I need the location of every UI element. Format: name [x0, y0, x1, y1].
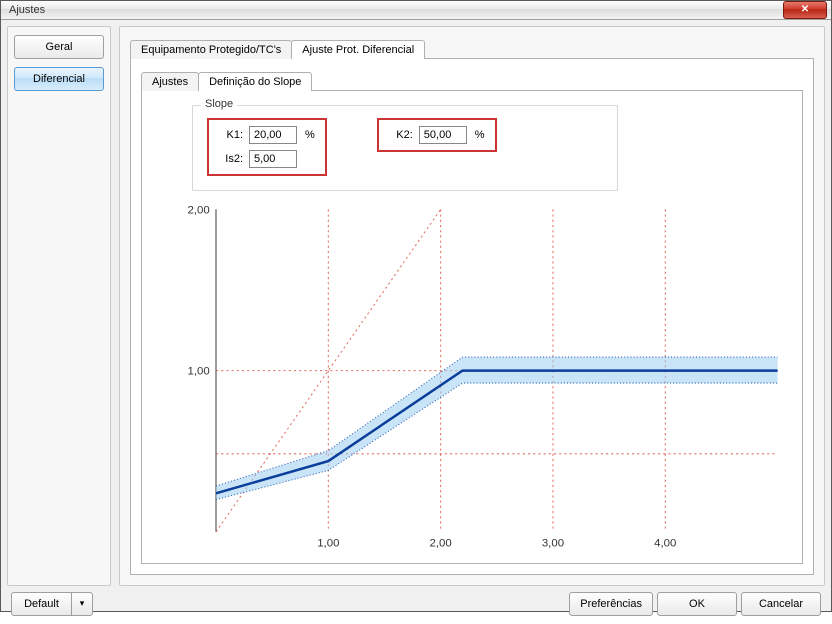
tab-label: Equipamento Protegido/TC's — [141, 44, 281, 56]
close-icon: ✕ — [801, 5, 809, 15]
inner-tab-row: Ajustes Definição do Slope — [141, 69, 803, 91]
bottom-button-bar: Default ▾ Preferências OK Cancelar — [7, 586, 825, 618]
tab-ajuste-prot-diferencial[interactable]: Ajuste Prot. Diferencial — [291, 40, 425, 59]
tab-label: Ajuste Prot. Diferencial — [302, 44, 414, 56]
chevron-down-icon: ▾ — [80, 598, 85, 609]
right-content-panel: Equipamento Protegido/TC's Ajuste Prot. … — [119, 26, 825, 586]
nav-button-diferencial[interactable]: Diferencial — [14, 67, 104, 91]
window-root: Ajustes ✕ Geral Diferencial Equipamen — [0, 0, 832, 612]
k1-input[interactable] — [249, 126, 297, 144]
k2-unit: % — [475, 129, 485, 141]
button-label: OK — [689, 598, 705, 610]
xtick-1: 1,00 — [317, 537, 339, 549]
slope-chart: 2,00 1,00 1,00 2,00 3,00 4,00 — [164, 199, 788, 553]
outer-tab-content: Ajustes Definição do Slope Slope — [130, 58, 814, 575]
k2-label: K2: — [389, 129, 413, 141]
ytick-1: 1,00 — [188, 366, 210, 378]
nav-label: Diferencial — [33, 73, 85, 85]
is2-row: Is2: — [219, 150, 315, 168]
window-title: Ajustes — [9, 4, 45, 16]
button-label: Cancelar — [759, 598, 803, 610]
slope-fieldset: Slope K1: % — [192, 105, 618, 191]
k2-row: K2: % — [389, 126, 485, 144]
xtick-2: 2,00 — [430, 537, 452, 549]
button-label: Default — [24, 598, 59, 610]
tab-definicao-slope[interactable]: Definição do Slope — [198, 72, 312, 91]
slope-legend: Slope — [201, 98, 237, 110]
k1-label: K1: — [219, 129, 243, 141]
highlight-box-k2: K2: % — [377, 118, 497, 152]
inner-tab-content: Slope K1: % — [141, 90, 803, 564]
tab-label: Definição do Slope — [209, 76, 301, 88]
ytick-2: 2,00 — [188, 205, 210, 217]
button-label: Preferências — [580, 598, 642, 610]
titlebar: Ajustes ✕ — [1, 1, 831, 20]
slope-grid: K1: % Is2: — [207, 118, 603, 176]
k1-unit: % — [305, 129, 315, 141]
xtick-4: 4,00 — [654, 537, 676, 549]
window-close-button[interactable]: ✕ — [783, 1, 827, 19]
highlight-box-k1: K1: % Is2: — [207, 118, 327, 176]
chart-svg: 2,00 1,00 1,00 2,00 3,00 4,00 — [164, 199, 788, 553]
xtick-3: 3,00 — [542, 537, 564, 549]
outer-tab-row: Equipamento Protegido/TC's Ajuste Prot. … — [130, 37, 814, 59]
k2-input[interactable] — [419, 126, 467, 144]
k1-row: K1: % — [219, 126, 315, 144]
nav-button-geral[interactable]: Geral — [14, 35, 104, 59]
body-area: Geral Diferencial Equipamento Protegido/… — [1, 20, 831, 624]
tab-label: Ajustes — [152, 76, 188, 88]
is2-label: Is2: — [219, 153, 243, 165]
nav-label: Geral — [46, 41, 73, 53]
left-nav-panel: Geral Diferencial — [7, 26, 111, 586]
is2-input[interactable] — [249, 150, 297, 168]
tab-equipamento[interactable]: Equipamento Protegido/TC's — [130, 40, 292, 59]
tab-ajustes[interactable]: Ajustes — [141, 72, 199, 91]
main-row: Geral Diferencial Equipamento Protegido/… — [7, 26, 825, 586]
